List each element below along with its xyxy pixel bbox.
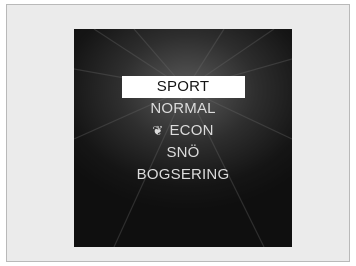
drive-mode-menu: SPORT NORMAL ❦ ECON SNÖ BOGSERING: [74, 76, 292, 186]
menu-item-label: NORMAL: [150, 100, 216, 117]
display-screen: SPORT NORMAL ❦ ECON SNÖ BOGSERING: [74, 29, 292, 247]
menu-item-normal[interactable]: NORMAL: [150, 98, 215, 120]
menu-item-label: ECON: [169, 122, 214, 139]
menu-item-label: SPORT: [156, 78, 210, 95]
menu-item-label: SNÖ: [166, 144, 200, 161]
leaf-icon: ❦: [152, 123, 164, 138]
figure-frame: SPORT NORMAL ❦ ECON SNÖ BOGSERING: [6, 4, 350, 262]
menu-item-sno[interactable]: SNÖ: [166, 142, 199, 164]
menu-item-sport[interactable]: SPORT: [121, 76, 245, 98]
menu-item-label: BOGSERING: [136, 166, 230, 183]
menu-item-econ[interactable]: ❦ ECON: [152, 120, 213, 142]
menu-item-bogsering[interactable]: BOGSERING: [137, 164, 230, 186]
